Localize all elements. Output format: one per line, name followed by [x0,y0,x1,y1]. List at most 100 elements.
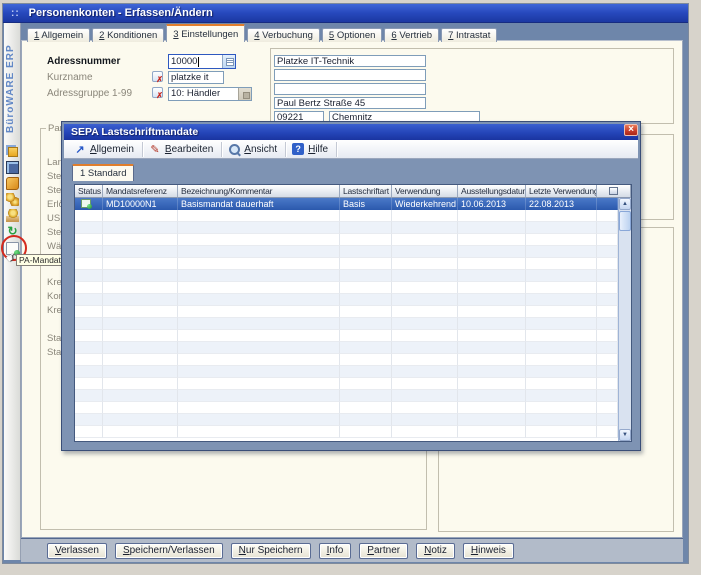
nur-speichern-button[interactable]: Nur Speichern [231,543,311,559]
table-row-empty[interactable] [75,306,618,318]
table-cell [392,258,458,270]
address-line3-field[interactable] [274,83,426,95]
menu-item-hilfe[interactable]: ?Hilfe [288,142,337,157]
vertical-scrollbar[interactable]: ▲ ▼ [618,198,631,441]
tab-4[interactable]: 4 Verbuchung [247,28,320,42]
column-header[interactable]: Bezeichnung/Kommentar [178,185,340,198]
column-header[interactable]: Letzte Verwendung [526,185,597,198]
refresh-icon[interactable]: ↻ [6,225,19,238]
hinweis-button[interactable]: Hinweis [463,543,514,559]
table-cell [458,366,526,378]
clear-kurzname-icon[interactable] [152,71,163,82]
table-row[interactable]: MD10000N1Basismandat dauerhaftBasisWiede… [75,198,618,210]
column-header[interactable]: Mandatsreferenz [103,185,178,198]
column-header[interactable]: Status [75,185,103,198]
table-row-empty[interactable] [75,402,618,414]
address-street-field[interactable]: Paul Bertz Straße 45 [274,97,426,109]
verlassen-button[interactable]: Verlassen [47,543,107,559]
kurzname-input[interactable]: platzke it [168,71,224,84]
scrollbar-thumb[interactable] [619,211,631,231]
table-cell [597,234,618,246]
table-cell [597,354,618,366]
notiz-button[interactable]: Notiz [416,543,455,559]
menu-item-bearbeiten[interactable]: ✎Bearbeiten [145,142,222,157]
adressnummer-picker-button[interactable] [222,55,235,68]
table-cell [103,270,178,282]
dropdown-button[interactable] [238,88,251,100]
table-row-empty[interactable] [75,318,618,330]
truncated-field-label: Ste [47,227,62,238]
table-row-empty[interactable] [75,270,618,282]
table-cell [178,306,340,318]
table-cell [458,258,526,270]
window-titlebar: :: Personenkonten - Erfassen/Ändern [3,4,688,23]
close-icon[interactable]: × [624,124,638,136]
table-row-empty[interactable] [75,294,618,306]
tab-1[interactable]: 1 Allgemein [27,28,90,42]
table-row-empty[interactable] [75,210,618,222]
table-cell [458,318,526,330]
table-cell [458,294,526,306]
menu-item-allgemein[interactable]: ↗Allgemein [70,142,143,157]
tab-2[interactable]: 2 Konditionen [92,28,164,42]
menu-item-label: Allgemein [90,144,134,155]
table-row-empty[interactable] [75,342,618,354]
footer-buttonbar: Verlassen Speichern/Verlassen Nur Speicher… [21,538,683,562]
clear-adressgruppe-icon[interactable] [152,87,163,98]
partner-button[interactable]: Partner [359,543,408,559]
tab-5[interactable]: 5 Optionen [322,28,383,42]
table-row-empty[interactable] [75,366,618,378]
table-cell [103,402,178,414]
table-cell [526,258,597,270]
tab-3[interactable]: 3 Einstellungen [166,24,245,42]
table-row-empty[interactable] [75,414,618,426]
table-cell [597,282,618,294]
scroll-up-icon[interactable]: ▲ [619,198,631,210]
table-cell [526,222,597,234]
column-header[interactable]: Ausstellungsdatum [458,185,526,198]
coins-icon[interactable] [6,193,19,206]
table-row-empty[interactable] [75,282,618,294]
address-name-field[interactable]: Platzke IT-Technik [274,55,426,67]
table-cell [597,222,618,234]
tab-6[interactable]: 6 Vertrieb [384,28,439,42]
table-row-empty[interactable] [75,426,618,438]
table-row-empty[interactable] [75,390,618,402]
dialog-tab-standard[interactable]: 1 Standard [72,164,134,181]
table-cell [340,294,392,306]
adressnummer-input[interactable]: 10000 [168,54,236,69]
tab-label: 3 Einstellungen [173,29,238,40]
table-row-empty[interactable] [75,378,618,390]
info-button[interactable]: Info [319,543,352,559]
cards-icon[interactable] [8,147,18,157]
table-row-empty[interactable] [75,222,618,234]
column-header[interactable]: Lastschriftart [340,185,392,198]
menu-item-ansicht[interactable]: Ansicht [224,142,286,157]
table-cell [392,294,458,306]
table-cell [340,366,392,378]
table-cell [103,282,178,294]
table-cell [392,342,458,354]
column-header[interactable]: Verwendung [392,185,458,198]
table-cell [75,390,103,402]
adressgruppe-select[interactable]: 10: Händler [168,87,252,101]
truncated-field-label: Sta [47,333,62,344]
speichern-verlassen-button[interactable]: Speichern/Verlassen [115,543,223,559]
scroll-down-icon[interactable]: ▼ [619,429,631,441]
table-row-empty[interactable] [75,330,618,342]
table-row-empty[interactable] [75,354,618,366]
table-row-empty[interactable] [75,246,618,258]
address-line2-field[interactable] [274,69,426,81]
table-row-empty[interactable] [75,234,618,246]
key-icon[interactable] [6,177,19,190]
table-cell [526,234,597,246]
table-cell [392,330,458,342]
monitor-icon[interactable] [6,161,19,174]
tab-label: 5 Optionen [329,30,376,41]
table-cell [392,210,458,222]
table-row-empty[interactable] [75,258,618,270]
table-cell [75,330,103,342]
tab-7[interactable]: 7 Intrastat [441,28,497,42]
column-config-header[interactable] [597,185,631,198]
money-hand-icon[interactable] [6,209,19,222]
